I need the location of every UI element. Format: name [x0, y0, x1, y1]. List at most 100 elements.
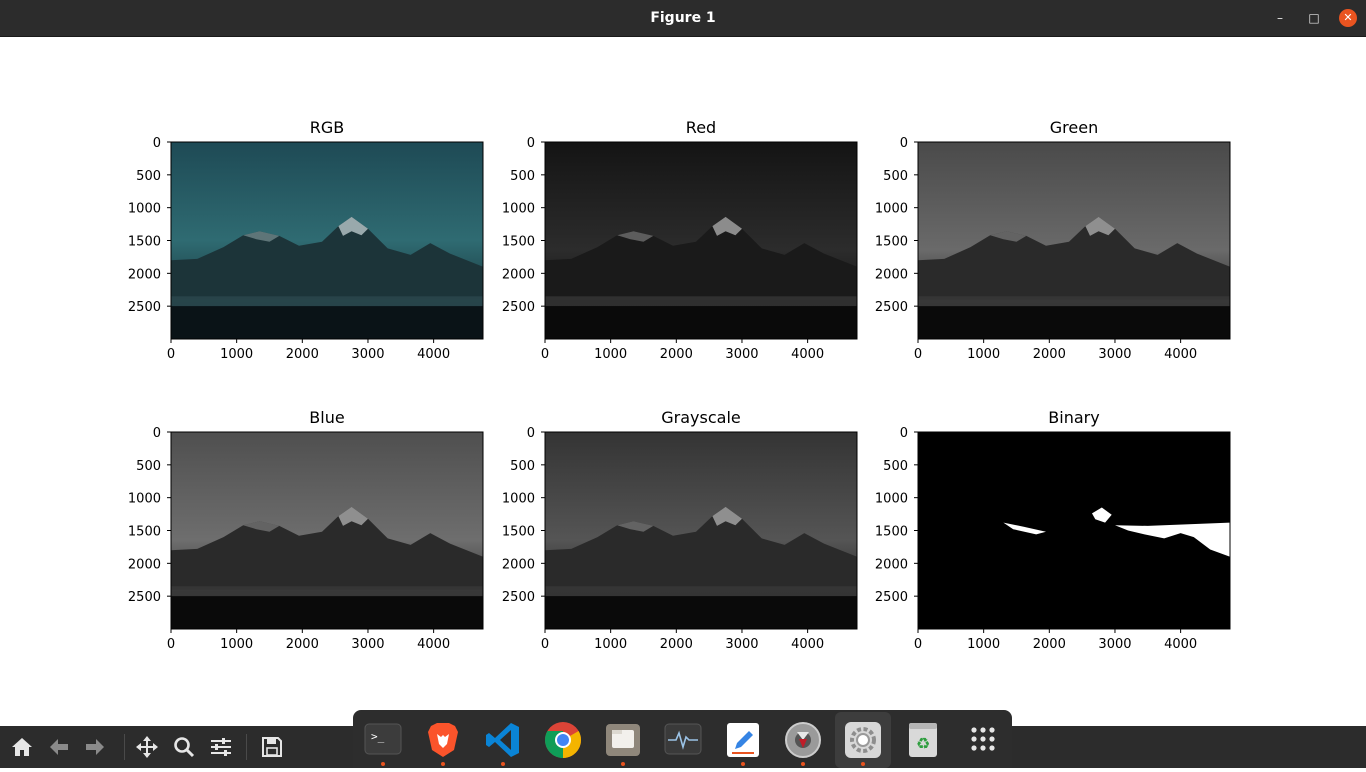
dock-app-settings[interactable]: [835, 712, 891, 768]
x-tick-label: 1000: [594, 637, 627, 652]
x-tick-label: 0: [914, 347, 922, 362]
dock-app-vscode[interactable]: [483, 720, 523, 760]
subplot-green: Green 0 1000 2000 3000 4000 0 500 1000 1500 2000 25…: [875, 118, 1231, 362]
image-mist: [918, 296, 1230, 307]
image-foreground: [918, 306, 1230, 339]
dock-app-files[interactable]: [603, 720, 643, 760]
dock-app-system-monitor[interactable]: [663, 720, 703, 760]
svg-text:♻: ♻: [916, 734, 930, 753]
image-mist: [545, 296, 857, 307]
y-tick-label: 1500: [128, 525, 161, 540]
x-tick-label: 1000: [967, 637, 1000, 652]
save-button[interactable]: [259, 735, 285, 759]
dock-app-trash[interactable]: ♻: [903, 720, 943, 760]
terminal-icon: >_: [364, 723, 402, 755]
y-tick-label: 2500: [502, 300, 535, 315]
y-tick-label: 1500: [502, 525, 535, 540]
y-tick-label: 1000: [128, 202, 161, 217]
running-indicator: [861, 762, 865, 766]
y-tick-label: 500: [510, 169, 535, 184]
dock-show-applications[interactable]: [963, 720, 1003, 760]
axes-title: Binary: [1048, 408, 1099, 427]
x-tick-label: 3000: [725, 347, 758, 362]
x-tick-label: 2000: [660, 637, 693, 652]
y-tick-label: 1000: [128, 492, 161, 507]
home-icon: [12, 738, 32, 756]
dock-app-chrome[interactable]: [543, 720, 583, 760]
pan-button[interactable]: [134, 735, 160, 759]
x-tick-label: 0: [167, 637, 175, 652]
x-tick-label: 4000: [417, 637, 450, 652]
chrome-icon: [544, 722, 582, 758]
image-binary: [918, 432, 1230, 629]
image-foreground: [171, 306, 483, 339]
window-titlebar: Figure 1 – □ ✕: [0, 0, 1366, 37]
y-tick-label: 2500: [502, 590, 535, 605]
x-tick-label: 3000: [1098, 347, 1131, 362]
x-tick-label: 0: [167, 347, 175, 362]
configure-subplots-button[interactable]: [208, 735, 234, 759]
x-tick-label: 2000: [1033, 347, 1066, 362]
image-red: [545, 142, 857, 339]
y-tick-label: 2000: [875, 267, 908, 282]
floppy-icon: [262, 737, 282, 757]
x-tick-label: 2000: [286, 347, 319, 362]
maximize-button[interactable]: □: [1305, 9, 1323, 27]
axes-title: Blue: [309, 408, 344, 427]
running-indicator: [501, 762, 505, 766]
running-indicator: [801, 762, 805, 766]
x-tick-label: 3000: [351, 637, 384, 652]
x-tick-label: 4000: [791, 347, 824, 362]
dock-app-software-updater[interactable]: [783, 720, 823, 760]
x-tick-label: 0: [914, 637, 922, 652]
folder-icon: [606, 724, 640, 756]
y-tick-label: 500: [883, 459, 908, 474]
x-tick-label: 4000: [1164, 347, 1197, 362]
minimize-button[interactable]: –: [1271, 9, 1289, 27]
figure-canvas: RGB 0 1000 2000 3000 4000 0 500 1000 1500 2000 2500…: [0, 37, 1366, 726]
y-tick-label: 2000: [502, 557, 535, 572]
y-tick-label: 1500: [875, 235, 908, 250]
close-button[interactable]: ✕: [1339, 9, 1357, 27]
lifebuoy-icon: [785, 722, 821, 758]
magnifier-icon: [174, 737, 195, 758]
subplot-binary: Binary 0 1000 2000 3000 4000 0 500 1000 1500 2000 2…: [875, 408, 1231, 652]
dock-app-brave[interactable]: [423, 720, 463, 760]
image-mist: [171, 296, 483, 307]
running-indicator: [741, 762, 745, 766]
x-tick-label: 4000: [1164, 637, 1197, 652]
dock-app-text-editor[interactable]: [723, 720, 763, 760]
image-rgb: [171, 142, 483, 339]
dock: >_ ♻: [353, 710, 1012, 768]
x-tick-label: 2000: [1033, 637, 1066, 652]
y-tick-label: 2000: [128, 557, 161, 572]
subplot-rgb: RGB 0 1000 2000 3000 4000 0 500 1000 1500 2000 2500: [128, 118, 484, 362]
back-button[interactable]: [46, 735, 72, 759]
home-button[interactable]: [9, 735, 35, 759]
y-tick-label: 500: [136, 459, 161, 474]
axes-title: Green: [1050, 118, 1098, 137]
image-green: [918, 142, 1230, 339]
subplot-red: Red 0 1000 2000 3000 4000 0 500 1000 1500 2000 2500: [502, 118, 858, 362]
y-tick-label: 500: [136, 169, 161, 184]
image-foreground: [545, 306, 857, 339]
y-tick-label: 1500: [128, 235, 161, 250]
axes-title: RGB: [310, 118, 345, 137]
x-tick-label: 2000: [286, 637, 319, 652]
image-blue: [171, 432, 483, 629]
forward-button[interactable]: [82, 735, 108, 759]
pencil-icon: [727, 723, 759, 757]
subplot-grayscale: Grayscale 0 1000 2000 3000 4000 0 500 1000 1500 20…: [502, 408, 858, 652]
zoom-button[interactable]: [171, 735, 197, 759]
axes-title: Red: [686, 118, 716, 137]
toolbar-separator: [124, 734, 125, 760]
dock-app-terminal[interactable]: >_: [363, 720, 403, 760]
x-tick-label: 1000: [220, 637, 253, 652]
image-mist: [545, 586, 857, 597]
y-tick-label: 0: [527, 136, 535, 151]
y-tick-label: 0: [153, 136, 161, 151]
y-tick-label: 500: [510, 459, 535, 474]
y-tick-label: 0: [900, 136, 908, 151]
x-tick-label: 2000: [660, 347, 693, 362]
y-tick-label: 2500: [875, 300, 908, 315]
